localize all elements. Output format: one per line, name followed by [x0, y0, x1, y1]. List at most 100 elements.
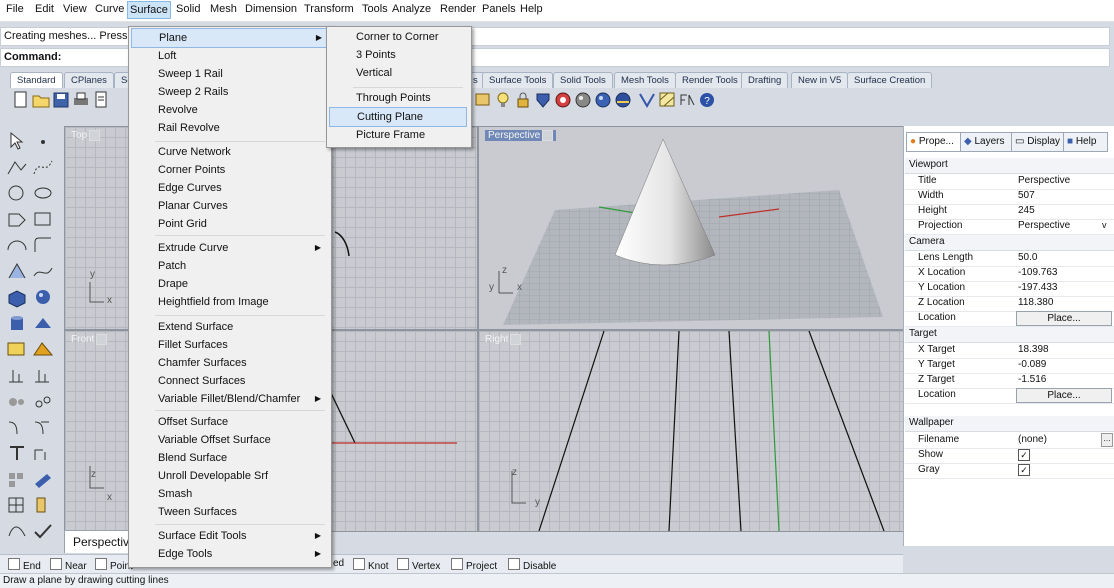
osnap-point-checkbox[interactable]: [95, 558, 107, 570]
menu-item-drape[interactable]: Drape: [131, 275, 327, 293]
light-bulb-icon[interactable]: [494, 90, 512, 110]
scale-tool-icon[interactable]: [31, 390, 55, 412]
menu-mesh[interactable]: Mesh: [210, 3, 237, 15]
menu-view[interactable]: View: [63, 3, 87, 15]
point-icon[interactable]: [31, 130, 55, 152]
browse-button[interactable]: …: [1101, 433, 1113, 447]
menu-item-edge-curves[interactable]: Edge Curves: [131, 179, 327, 197]
submenu-item-cutting-plane[interactable]: Cutting Plane: [329, 107, 467, 127]
menu-item-chamfer-surfaces[interactable]: Chamfer Surfaces: [131, 354, 327, 372]
menu-item-sweep-2-rails[interactable]: Sweep 2 Rails: [131, 83, 327, 101]
submenu-item-picture-frame[interactable]: Picture Frame: [329, 126, 467, 144]
rectangle-icon[interactable]: [31, 208, 55, 230]
osnap-end[interactable]: End: [8, 558, 41, 572]
right-viewport-title[interactable]: Right: [485, 334, 522, 345]
layout-tool-icon[interactable]: [31, 494, 55, 516]
circle-icon[interactable]: [5, 182, 29, 204]
menu-item-tween-surfaces[interactable]: Tween Surfaces: [131, 503, 327, 521]
osnap-end-checkbox[interactable]: [8, 558, 20, 570]
wallpaper-filename-value[interactable]: (none): [1018, 434, 1047, 445]
help-icon[interactable]: ?: [698, 90, 716, 110]
menu-item-corner-points[interactable]: Corner Points: [131, 161, 327, 179]
viewport-title-value[interactable]: Perspective: [1018, 175, 1070, 186]
menu-tools[interactable]: Tools: [362, 3, 388, 15]
target-section-header[interactable]: Target: [905, 327, 1114, 343]
menu-item-blend-surface[interactable]: Blend Surface: [131, 449, 327, 467]
analyze-icon[interactable]: [31, 468, 55, 490]
mirror-tool-icon[interactable]: [5, 416, 29, 438]
menu-help[interactable]: Help: [520, 3, 543, 15]
ellipse-icon[interactable]: [31, 182, 55, 204]
osnap-knot-checkbox[interactable]: [353, 558, 365, 570]
rotate-tool-icon[interactable]: [5, 390, 29, 412]
control-points-icon[interactable]: [5, 520, 29, 542]
curve-points-icon[interactable]: [31, 156, 55, 178]
tab-surface-creation[interactable]: Surface Creation: [847, 72, 933, 88]
solid-edit-icon[interactable]: [31, 312, 55, 334]
x-location-value[interactable]: -109.763: [1018, 267, 1057, 278]
menu-item-point-grid[interactable]: Point Grid: [131, 215, 327, 233]
panel-tab-help[interactable]: ■ Help: [1063, 132, 1108, 152]
lens-length-value[interactable]: 50.0: [1018, 252, 1037, 263]
right-viewport[interactable]: Right z y: [478, 330, 904, 532]
tab-surface-tools[interactable]: Surface Tools: [482, 72, 554, 88]
camera-place-button[interactable]: Place...: [1016, 311, 1112, 326]
menu-transform[interactable]: Transform: [304, 3, 354, 15]
tab-cplanes[interactable]: CPlanes: [64, 72, 114, 88]
top-viewport-title[interactable]: Top: [71, 130, 101, 141]
osnap-near-checkbox[interactable]: [50, 558, 62, 570]
environment-sphere-icon[interactable]: [614, 90, 632, 110]
mesh-tool-icon[interactable]: [5, 338, 29, 360]
submenu-item-corner-to-corner[interactable]: Corner to Corner: [329, 28, 467, 46]
osnap-project-checkbox[interactable]: [451, 558, 463, 570]
solid-cylinder-icon[interactable]: [5, 312, 29, 334]
solid-sphere-icon[interactable]: [31, 286, 55, 308]
grid-select-icon[interactable]: [474, 90, 492, 110]
x-target-value[interactable]: 18.398: [1018, 344, 1049, 355]
render-sphere-icon[interactable]: [594, 90, 612, 110]
text-object-icon[interactable]: [5, 442, 29, 464]
menu-item-surface-edit-tools[interactable]: Surface Edit Tools ▶: [131, 527, 327, 545]
curve-fillet-icon[interactable]: [31, 234, 55, 256]
tab-standard[interactable]: Standard: [10, 72, 63, 88]
target-place-button[interactable]: Place...: [1016, 388, 1112, 403]
view-tab-perspective[interactable]: Perspective: [64, 530, 136, 553]
polyline-icon[interactable]: [5, 156, 29, 178]
dimension-tool-icon[interactable]: [638, 90, 656, 110]
copy-tool-icon[interactable]: [31, 364, 55, 386]
menu-item-plane[interactable]: Plane ▶: [131, 28, 329, 48]
menu-item-patch[interactable]: Patch: [131, 257, 327, 275]
z-target-value[interactable]: -1.516: [1018, 374, 1046, 385]
polygon-icon[interactable]: [5, 208, 29, 230]
lock-icon[interactable]: [514, 90, 532, 110]
menu-item-extrude-curve[interactable]: Extrude Curve ▶: [131, 239, 327, 257]
menu-panels[interactable]: Panels: [482, 3, 516, 15]
submenu-item-through-points[interactable]: Through Points: [329, 89, 467, 107]
menu-item-heightfield[interactable]: Heightfield from Image: [131, 293, 327, 311]
color-sphere-icon[interactable]: [554, 90, 572, 110]
check-tool-icon[interactable]: [31, 520, 55, 542]
menu-dimension[interactable]: Dimension: [245, 3, 297, 15]
osnap-vertex[interactable]: Vertex: [397, 558, 440, 572]
menu-item-edge-tools[interactable]: Edge Tools ▶: [131, 545, 327, 563]
menu-surface[interactable]: Surface: [127, 1, 171, 19]
osnap-partial[interactable]: ed: [333, 558, 344, 569]
select-arrow-icon[interactable]: [5, 130, 29, 152]
menu-item-rail-revolve[interactable]: Rail Revolve: [131, 119, 327, 137]
material-sphere-icon[interactable]: [574, 90, 592, 110]
solid-box-icon[interactable]: [5, 286, 29, 308]
menu-item-loft[interactable]: Loft: [131, 47, 327, 65]
menu-item-planar-curves[interactable]: Planar Curves: [131, 197, 327, 215]
tab-render-tools[interactable]: Render Tools: [675, 72, 745, 88]
projection-dropdown[interactable]: Perspective: [1018, 220, 1070, 231]
menu-item-unroll-developable[interactable]: Unroll Developable Srf: [131, 467, 327, 485]
dimension-icon[interactable]: [31, 442, 55, 464]
panel-tab-layers[interactable]: ◆ Layers: [960, 132, 1012, 152]
layer-shield-icon[interactable]: [534, 90, 552, 110]
osnap-vertex-checkbox[interactable]: [397, 558, 409, 570]
osnap-knot[interactable]: Knot: [353, 558, 389, 572]
menu-analyze[interactable]: Analyze: [392, 3, 431, 15]
z-location-value[interactable]: 118.380: [1018, 297, 1053, 308]
osnap-project[interactable]: Project: [451, 558, 497, 572]
menu-item-connect-surfaces[interactable]: Connect Surfaces: [131, 372, 327, 390]
